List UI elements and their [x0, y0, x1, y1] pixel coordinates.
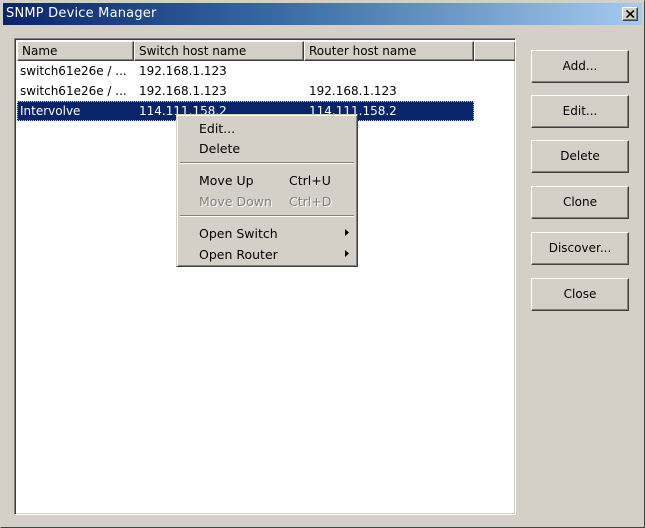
menu-item-label: Delete [199, 141, 241, 156]
title-bar[interactable]: SNMP Device Manager [3, 3, 642, 25]
menu-item-label: Edit... [199, 121, 236, 136]
add-button[interactable]: Add... [531, 50, 629, 83]
list-header: Name Switch host name Router host name [17, 41, 515, 61]
snmp-device-manager-window: SNMP Device Manager Name Switch host nam… [0, 0, 645, 528]
menu-item-label: Move Down [199, 194, 272, 209]
context-menu: Edit... Delete Move Up Ctrl+U Move Down … [176, 114, 358, 267]
column-header-name[interactable]: Name [17, 41, 134, 61]
clone-button[interactable]: Clone [531, 186, 629, 219]
device-list[interactable]: Name Switch host name Router host name s… [14, 38, 516, 515]
close-icon [626, 10, 635, 18]
edit-button[interactable]: Edit... [531, 95, 629, 128]
table-row[interactable]: switch61e26e / ... 192.168.1.123 [17, 61, 474, 81]
menu-item-edit[interactable]: Edit... [180, 118, 354, 138]
menu-item-shortcut: Ctrl+D [289, 194, 332, 209]
close-button[interactable]: Close [531, 278, 629, 311]
row-switch-host: 192.168.1.123 [139, 64, 227, 78]
submenu-arrow-icon [345, 229, 349, 236]
delete-button[interactable]: Delete [531, 140, 629, 173]
column-header-filler [474, 41, 515, 61]
discover-button[interactable]: Discover... [531, 232, 629, 265]
row-name: switch61e26e / ... [20, 84, 127, 98]
window-close-button[interactable] [622, 7, 638, 21]
menu-item-open-router[interactable]: Open Router [180, 244, 354, 264]
submenu-arrow-icon [345, 250, 349, 257]
menu-item-label: Open Switch [199, 226, 278, 241]
menu-item-delete[interactable]: Delete [180, 138, 354, 158]
column-header-switch-host[interactable]: Switch host name [134, 41, 304, 61]
column-header-router-host[interactable]: Router host name [304, 41, 474, 61]
menu-item-label: Move Up [199, 173, 254, 188]
window-title: SNMP Device Manager [6, 6, 157, 21]
row-name: switch61e26e / ... [20, 64, 127, 78]
table-row[interactable]: switch61e26e / ... 192.168.1.123 192.168… [17, 81, 474, 101]
row-name: Intervolve [20, 104, 81, 118]
menu-item-move-up[interactable]: Move Up Ctrl+U [180, 170, 354, 190]
menu-separator [180, 162, 354, 164]
menu-item-label: Open Router [199, 247, 278, 262]
menu-item-shortcut: Ctrl+U [289, 173, 331, 188]
menu-item-move-down: Move Down Ctrl+D [180, 191, 354, 211]
menu-separator [180, 215, 354, 217]
menu-item-open-switch[interactable]: Open Switch [180, 223, 354, 243]
row-switch-host: 192.168.1.123 [139, 84, 227, 98]
row-router-host: 192.168.1.123 [309, 84, 397, 98]
